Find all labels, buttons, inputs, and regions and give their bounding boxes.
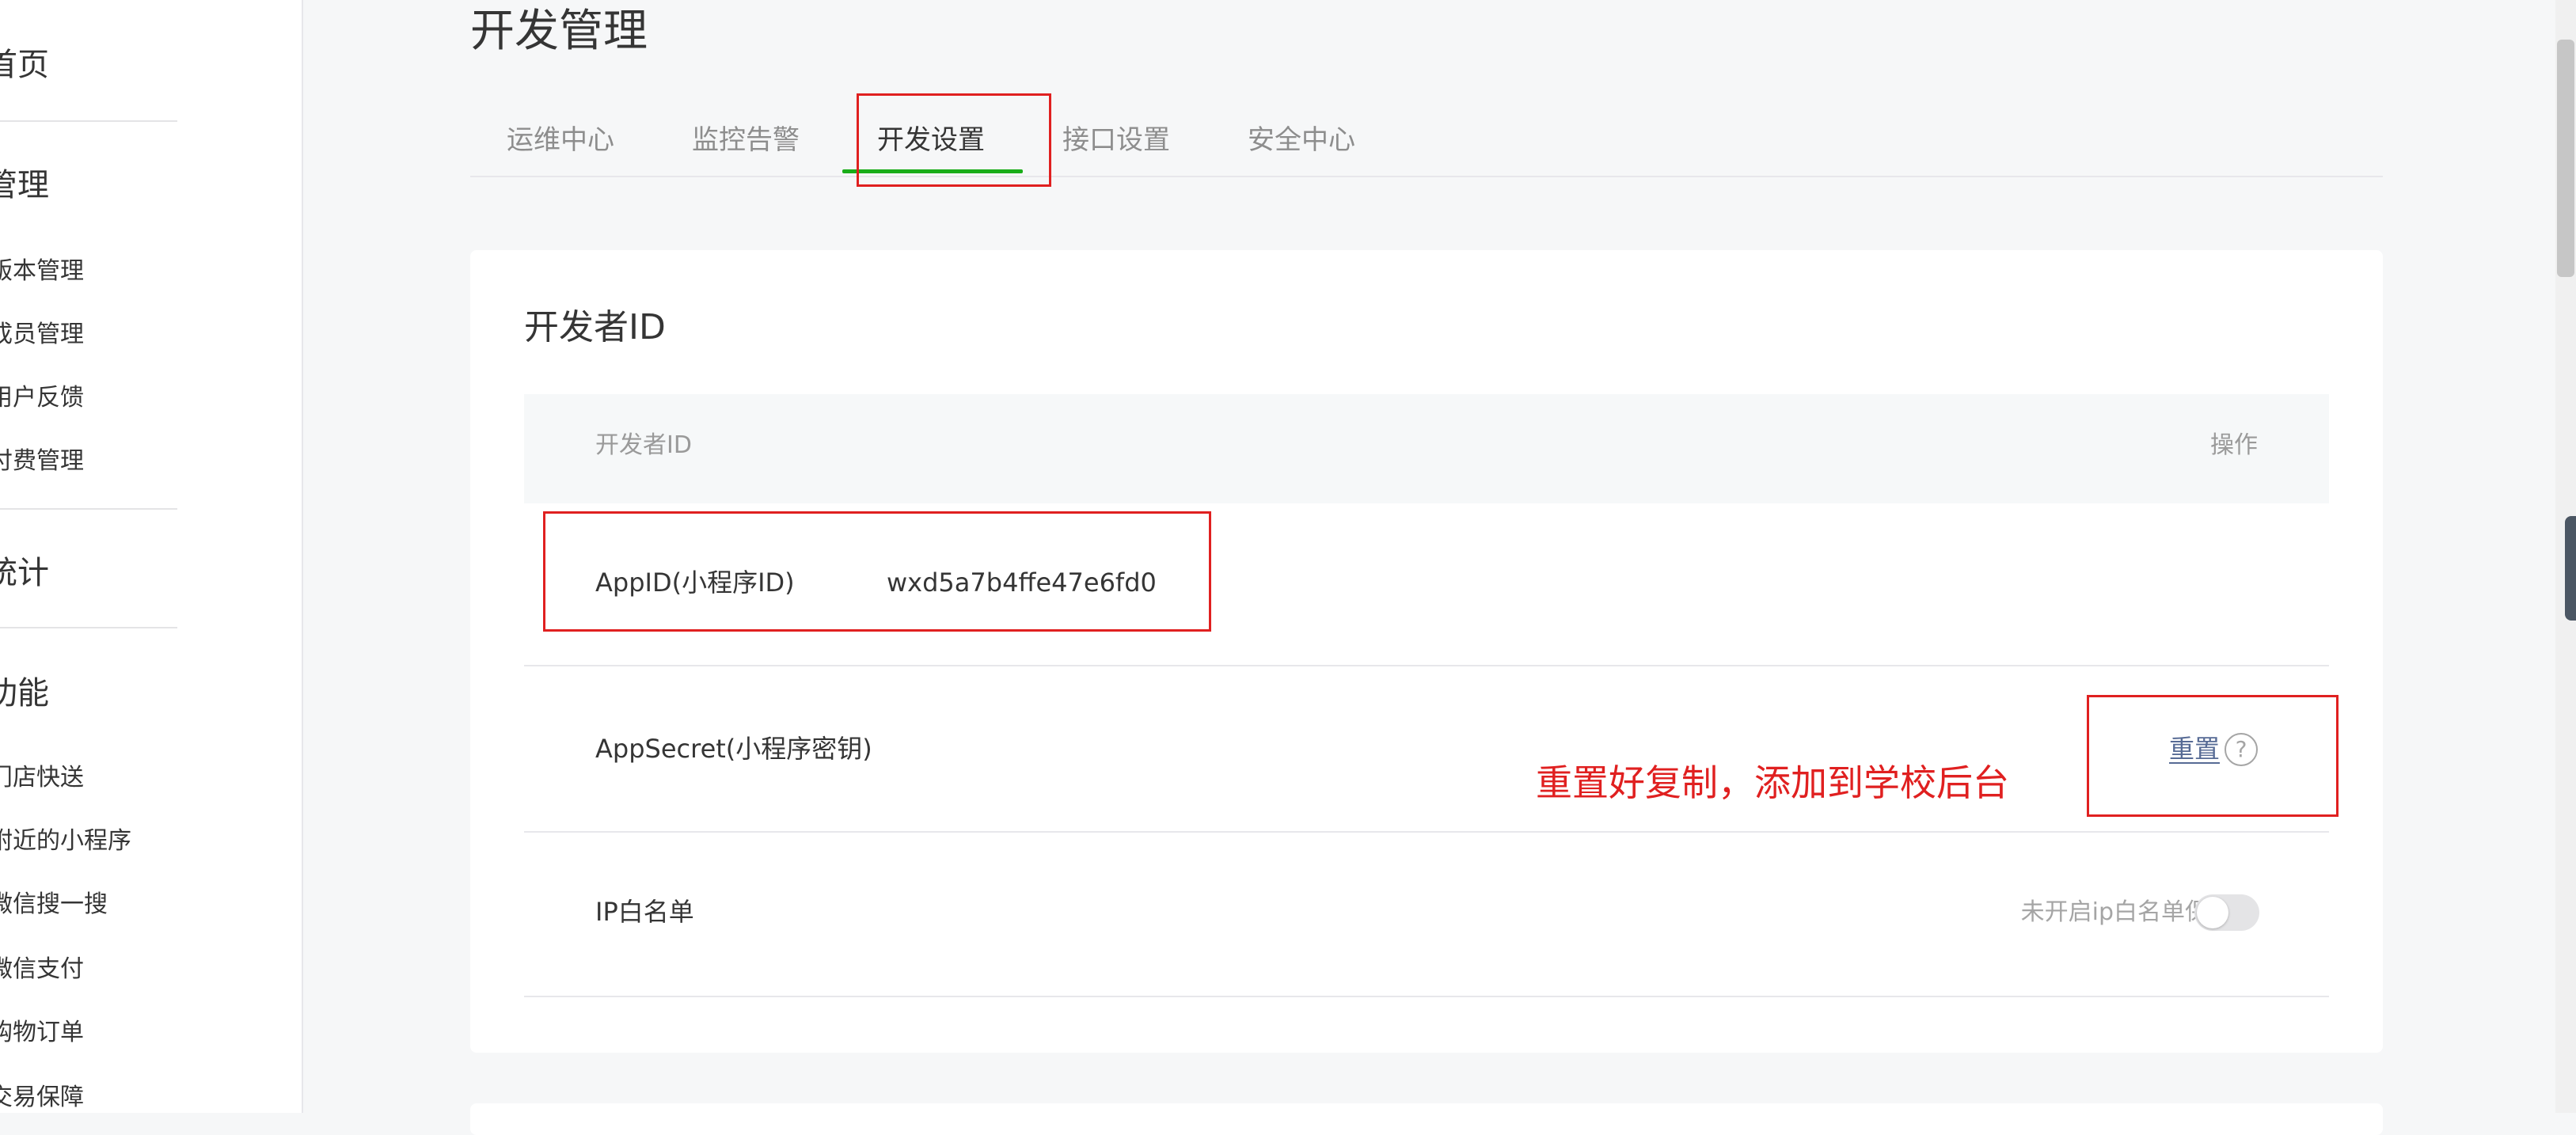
table-header: 开发者ID 操作 [524,394,2329,503]
tab-dev-settings[interactable]: 开发设置 [877,127,985,154]
side-panel-handle[interactable] [2565,516,2576,621]
appid-value[interactable]: wxd5a7b4ffe47e6fd0 [887,570,1157,595]
scrollbar-thumb[interactable] [2557,40,2574,277]
help-icon[interactable]: ? [2225,733,2258,766]
sidebar-item-stats[interactable]: 统计 [0,557,49,589]
ip-whitelist-label: IP白名单 [595,897,694,927]
sidebar-item-home[interactable]: 首页 [0,49,49,81]
sidebar-item-trade-guarantee[interactable]: 交易保障 [0,1086,84,1110]
page-title: 开发管理 [470,6,648,57]
sidebar-item-nearby-miniprogram[interactable]: 附近的小程序 [0,829,131,853]
developer-id-card: 开发者ID 开发者ID 操作 AppID(小程序ID) wxd5a7b4ffe4… [470,250,2383,1053]
tab-bar: 运维中心 监控告警 开发设置 接口设置 安全中心 [470,119,2383,177]
sidebar-item-orders[interactable]: 购物订单 [0,1021,84,1045]
sidebar-divider [0,120,177,122]
row-divider [524,831,2329,833]
sidebar-heading-function: 功能 [0,675,49,712]
column-header-action: 操作 [2210,431,2258,459]
sidebar-item-members[interactable]: 成员管理 [0,323,84,347]
active-tab-indicator [842,169,1023,173]
appsecret-label: AppSecret(小程序密钥) [595,734,872,764]
reset-secret-link[interactable]: 重置 [2169,736,2220,761]
card-title: 开发者ID [524,307,666,347]
column-header-id: 开发者ID [595,431,692,459]
toggle-knob [2197,897,2228,928]
annotation-note: 重置好复制，添加到学校后台 [1536,761,2009,804]
appid-label: AppID(小程序ID) [595,568,795,598]
sidebar-item-payment[interactable]: 付费管理 [0,450,84,473]
sidebar-item-wechat-pay[interactable]: 微信支付 [0,958,84,981]
sidebar-item-store-delivery[interactable]: 门店快送 [0,766,84,790]
sidebar: 首页 管理 版本管理 成员管理 用户反馈 付费管理 统计 功能 门店快送 附近的… [0,0,303,1113]
sidebar-heading-manage: 管理 [0,167,49,203]
sidebar-item-version[interactable]: 版本管理 [0,260,84,283]
tab-ops-center[interactable]: 运维中心 [507,127,614,154]
tab-security-center[interactable]: 安全中心 [1248,127,1355,154]
row-divider [524,996,2329,997]
sidebar-item-feedback[interactable]: 用户反馈 [0,386,84,410]
sidebar-divider [0,508,177,510]
tab-monitoring[interactable]: 监控告警 [692,127,800,154]
row-divider [524,665,2329,666]
tab-api-settings[interactable]: 接口设置 [1062,127,1170,154]
next-card [470,1103,2383,1135]
sidebar-divider [0,627,177,628]
sidebar-item-wechat-search[interactable]: 微信搜一搜 [0,893,108,917]
ip-whitelist-toggle[interactable] [2194,894,2259,931]
